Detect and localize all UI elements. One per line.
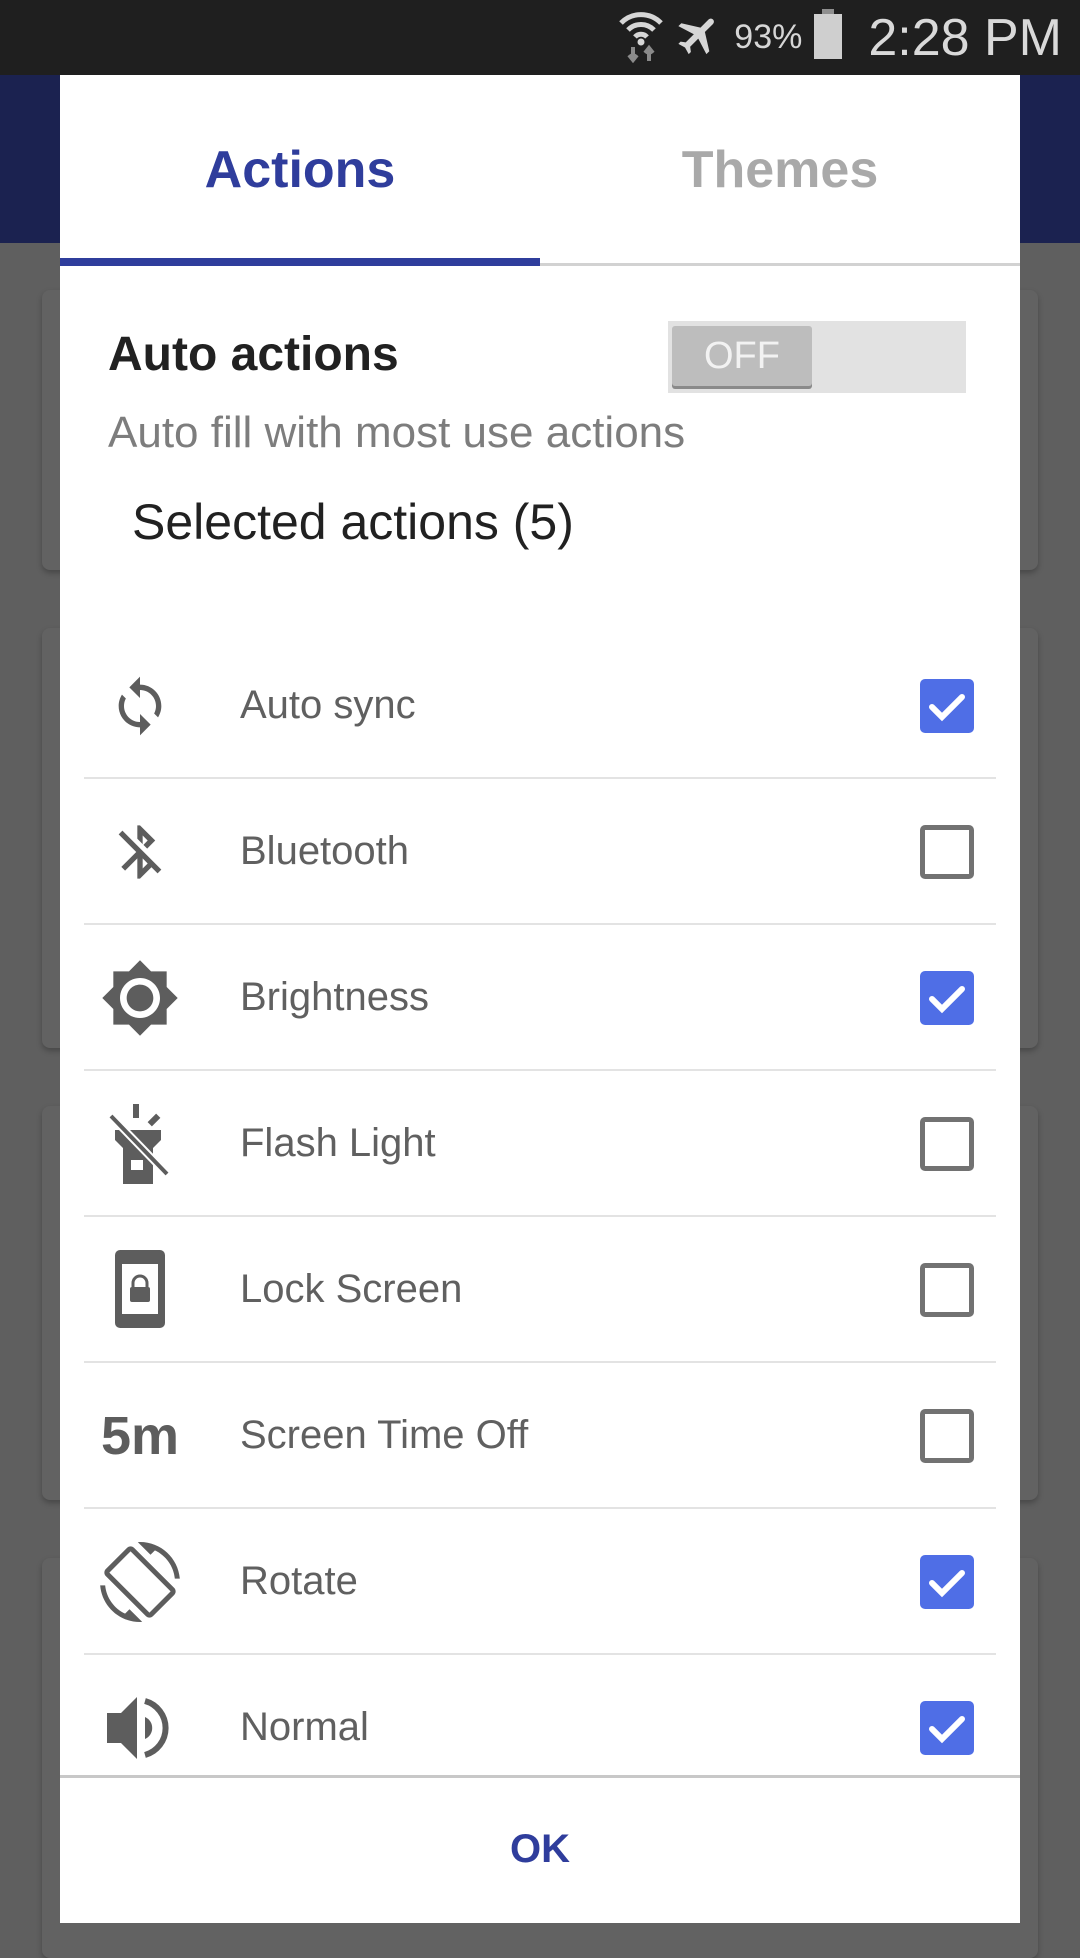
checkbox-checked[interactable]	[920, 1701, 974, 1755]
volume-icon	[100, 1688, 180, 1768]
auto-actions-toggle[interactable]: OFF	[668, 321, 966, 393]
screen-rotation-icon	[100, 1542, 180, 1622]
item-label: Normal	[240, 1704, 369, 1749]
checkbox-unchecked[interactable]	[920, 1117, 974, 1171]
list-item[interactable]: Rotate	[84, 1509, 996, 1655]
flashlight-off-icon	[100, 1104, 180, 1184]
auto-actions-subtitle: Auto fill with most use actions	[108, 408, 686, 457]
checkbox-checked[interactable]	[920, 679, 974, 733]
selected-actions-title: Selected actions (5)	[132, 494, 574, 550]
checkbox-unchecked[interactable]	[920, 1263, 974, 1317]
lock-screen-icon	[100, 1250, 180, 1330]
tab-actions[interactable]: Actions	[60, 75, 540, 265]
checkbox-checked[interactable]	[920, 1555, 974, 1609]
screen-timeout-icon: 5m	[100, 1406, 180, 1466]
status-bar: 93% 2:28 PM	[0, 0, 1080, 75]
checkbox-unchecked[interactable]	[920, 1409, 974, 1463]
list-item[interactable]: Brightness	[84, 925, 996, 1071]
list-item[interactable]: Lock Screen	[84, 1217, 996, 1363]
item-label: Screen Time Off	[240, 1412, 529, 1457]
item-label: Lock Screen	[240, 1266, 463, 1311]
list-item[interactable]: Bluetooth	[84, 779, 996, 925]
actions-dialog: Actions Themes Auto actions OFF Auto fil…	[60, 75, 1020, 1923]
bluetooth-off-icon	[100, 812, 180, 892]
tab-indicator	[60, 258, 540, 266]
item-label: Rotate	[240, 1558, 358, 1603]
list-item[interactable]: 5m Screen Time Off	[84, 1363, 996, 1509]
actions-list[interactable]: Auto sync Bluetooth Brightness Flash Lig…	[84, 633, 996, 1775]
clock: 2:28 PM	[868, 8, 1062, 67]
wifi-data-icon	[618, 7, 664, 68]
checkbox-checked[interactable]	[920, 971, 974, 1025]
item-label: Flash Light	[240, 1120, 436, 1165]
dialog-footer: OK	[60, 1775, 1020, 1923]
tab-themes[interactable]: Themes	[540, 75, 1020, 265]
item-label: Brightness	[240, 974, 429, 1019]
checkbox-unchecked[interactable]	[920, 825, 974, 879]
ok-button[interactable]: OK	[60, 1778, 1020, 1920]
item-label: Bluetooth	[240, 828, 410, 873]
battery-percent: 93%	[734, 18, 803, 56]
battery-icon	[812, 9, 844, 66]
tab-bar: Actions Themes	[60, 75, 1020, 266]
item-label: Auto sync	[240, 682, 416, 727]
list-item[interactable]: Auto sync	[84, 633, 996, 779]
airplane-mode-icon	[674, 10, 724, 65]
list-item[interactable]: Flash Light	[84, 1071, 996, 1217]
auto-actions-title: Auto actions	[108, 328, 399, 381]
toggle-knob: OFF	[672, 326, 812, 386]
sync-icon	[100, 666, 180, 746]
brightness-icon	[100, 958, 180, 1038]
list-item[interactable]: Normal	[84, 1655, 996, 1775]
